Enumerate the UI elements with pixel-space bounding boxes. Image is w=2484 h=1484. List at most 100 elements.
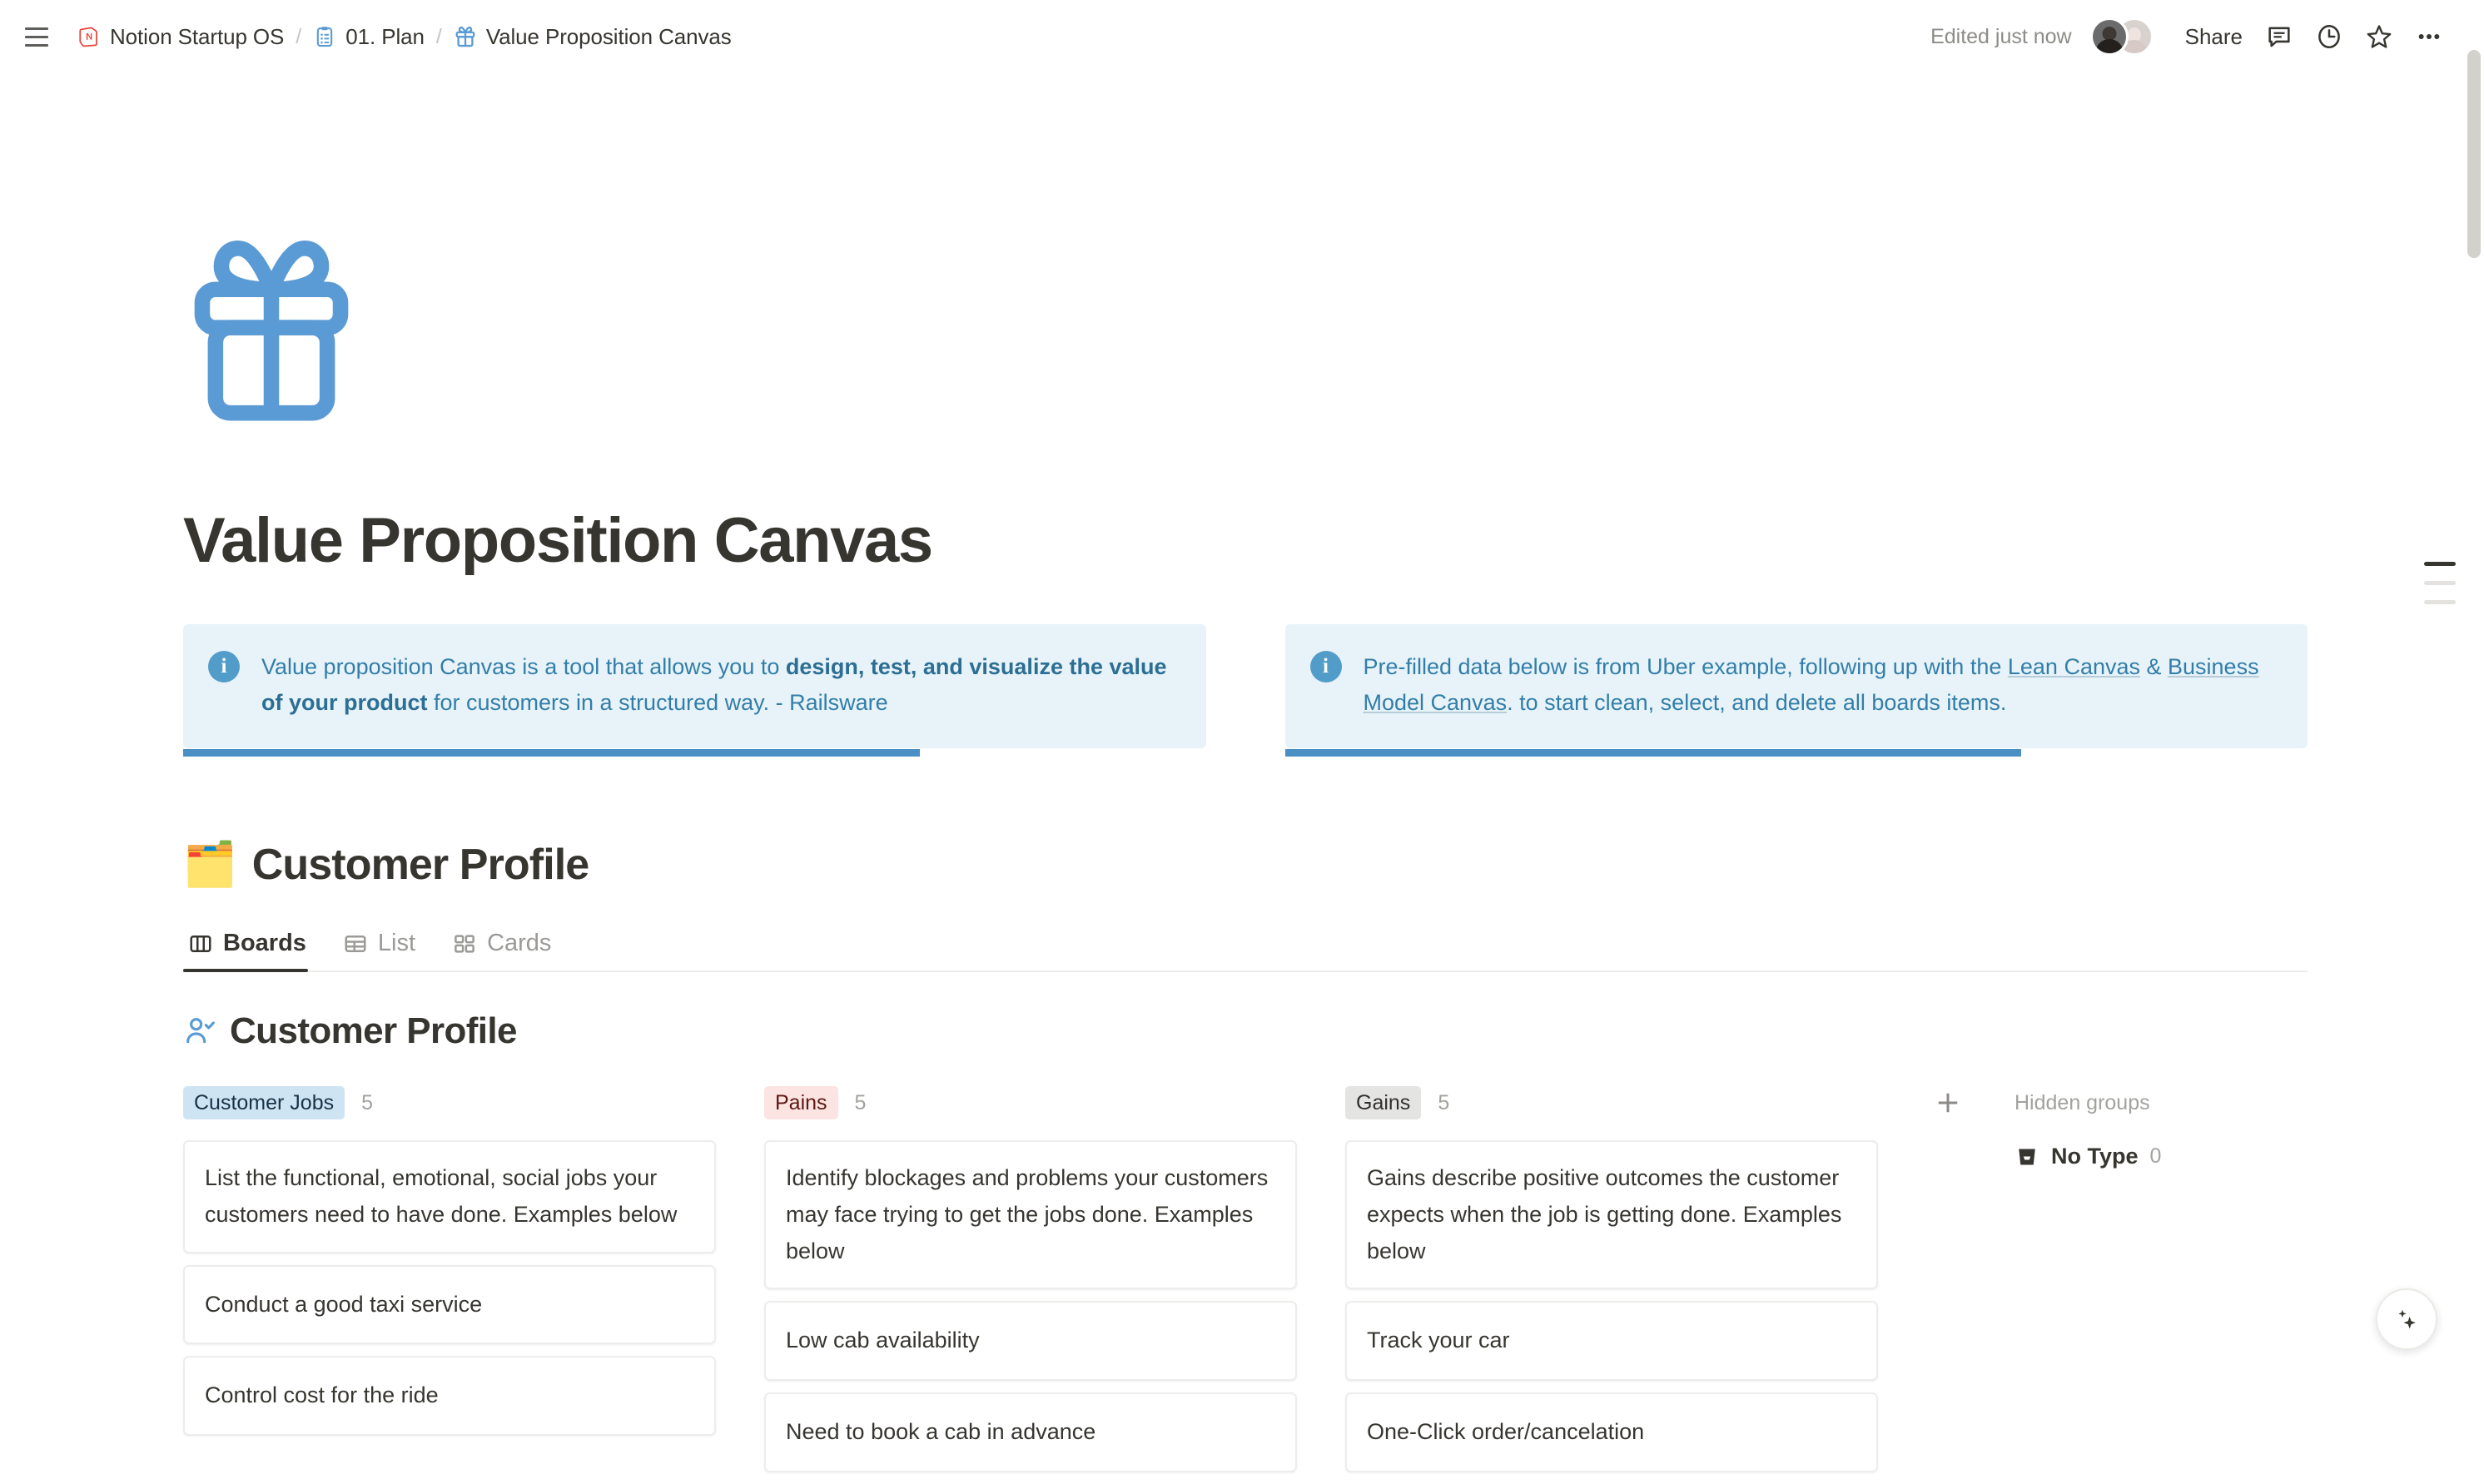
hidden-group-label: No Type — [2051, 1144, 2139, 1169]
callout-description[interactable]: i Value proposition Canvas is a tool tha… — [183, 624, 1206, 748]
board-card[interactable]: Identify blockages and problems your cus… — [764, 1140, 1297, 1289]
hidden-group-item-no-type[interactable]: No Type 0 — [2015, 1144, 2161, 1169]
favorite-star-icon — [2365, 22, 2393, 51]
sidebar-toggle-icon[interactable] — [20, 20, 53, 53]
page-content: Value Proposition Canvas i Value proposi… — [176, 73, 2308, 1484]
avatar-body — [2095, 39, 2124, 56]
hamburger-line — [25, 36, 48, 38]
hidden-groups-title: Hidden groups — [2015, 1085, 2161, 1120]
callout-prefilled-text: Pre-filled data below is from Uber examp… — [1364, 649, 2280, 722]
page-scrollbar[interactable] — [2467, 50, 2481, 258]
user-check-icon — [183, 1015, 216, 1048]
board-column-header[interactable]: Pains 5 — [764, 1085, 1297, 1120]
page-title[interactable]: Value Proposition Canvas — [183, 506, 2308, 576]
board-column-header[interactable]: Customer Jobs 5 — [183, 1085, 716, 1120]
board-title-label[interactable]: Customer Profile — [230, 1010, 517, 1052]
info-icon: i — [1310, 651, 1342, 682]
breadcrumb-item-plan[interactable]: 01. Plan — [306, 19, 432, 55]
tab-boards-label: Boards — [223, 930, 306, 957]
hamburger-line — [25, 27, 48, 30]
board-card[interactable]: Track your car — [1345, 1301, 1878, 1381]
breadcrumb-separator: / — [296, 25, 301, 49]
board-extra: Hidden groups No Type 0 — [1926, 1085, 2161, 1484]
board-card[interactable]: Gains describe positive outcomes the cus… — [1345, 1140, 1878, 1289]
lean-canvas-link[interactable]: Lean Canvas — [2008, 654, 2140, 679]
notion-logo-icon — [77, 25, 101, 48]
table-of-contents-rail[interactable] — [2424, 562, 2456, 604]
board-card[interactable]: List the functional, emotional, social j… — [183, 1140, 716, 1253]
breadcrumb: Notion Startup OS / 01. Plan / Value P — [70, 19, 739, 55]
status-badge: Pains — [764, 1086, 838, 1120]
callout-row: i Value proposition Canvas is a tool tha… — [183, 624, 2308, 748]
board-card[interactable]: Control cost for the ride — [183, 1356, 716, 1436]
board-column-customer-jobs: Customer Jobs 5 List the functional, emo… — [183, 1085, 716, 1484]
callout-description-text: Value proposition Canvas is a tool that … — [261, 649, 1178, 722]
board-column-count: 5 — [1438, 1091, 1449, 1115]
board-column-gains: Gains 5 Gains describe positive outcomes… — [1345, 1085, 1878, 1484]
hamburger-line — [25, 44, 48, 47]
text-selection-highlight — [1285, 749, 2022, 757]
card-index-dividers-icon: 🗂️ — [183, 843, 237, 886]
edited-status: Edited just now — [1930, 25, 2072, 49]
gift-icon — [454, 25, 477, 48]
board-card[interactable]: Need to book a cab in advance — [764, 1392, 1297, 1472]
hidden-groups-panel: Hidden groups No Type 0 — [2015, 1085, 2161, 1169]
history-button[interactable] — [2304, 17, 2354, 57]
clipboard-icon — [313, 25, 336, 48]
avatar[interactable] — [2090, 17, 2129, 56]
share-button[interactable]: Share — [2174, 17, 2254, 57]
board-column-pains: Pains 5 Identify blockages and problems … — [764, 1085, 1297, 1484]
callout-prefilled-data[interactable]: i Pre-filled data below is from Uber exa… — [1285, 624, 2308, 748]
comment-icon — [2265, 22, 2293, 51]
callout-text-part: for customers in a structured way. - Rai… — [427, 690, 887, 715]
database-view-tabs: Boards List Cards — [183, 923, 2308, 972]
toc-marker[interactable] — [2424, 600, 2456, 604]
archive-icon — [2015, 1144, 2039, 1169]
toc-marker-active[interactable] — [2424, 562, 2456, 566]
board-column-count: 5 — [855, 1091, 867, 1115]
board-card[interactable]: Low cab availability — [764, 1301, 1297, 1381]
toc-marker[interactable] — [2424, 581, 2456, 585]
breadcrumb-item-current-page[interactable]: Value Proposition Canvas — [446, 19, 739, 55]
callout-text-part: Pre-filled data below is from Uber examp… — [1364, 654, 2008, 679]
sparkle-ai-icon — [2390, 1303, 2423, 1336]
more-options-icon — [2415, 22, 2443, 51]
notion-ai-button[interactable] — [2376, 1288, 2437, 1350]
status-badge: Gains — [1345, 1086, 1421, 1120]
section-heading-label[interactable]: Customer Profile — [252, 840, 589, 890]
hidden-group-count: 0 — [2150, 1144, 2162, 1169]
top-bar-actions: Edited just now Share — [1930, 17, 2454, 57]
breadcrumb-item-label: 01. Plan — [345, 24, 425, 50]
comment-button[interactable] — [2254, 17, 2304, 57]
breadcrumb-item-label: Value Proposition Canvas — [486, 24, 732, 50]
tab-list[interactable]: List — [338, 923, 429, 970]
tab-cards[interactable]: Cards — [447, 923, 564, 970]
page-body: Value Proposition Canvas i Value proposi… — [0, 73, 2484, 1484]
favorite-button[interactable] — [2354, 17, 2404, 57]
status-badge: Customer Jobs — [183, 1086, 345, 1120]
add-group-button[interactable] — [1926, 1085, 1970, 1120]
board-card[interactable]: One-Click order/cancelation — [1345, 1392, 1878, 1472]
callout-text-part: & — [2140, 654, 2168, 679]
plus-icon — [1933, 1088, 1963, 1118]
page-gift-icon[interactable] — [183, 236, 360, 429]
board-view-icon — [188, 931, 213, 956]
breadcrumb-separator: / — [436, 25, 442, 49]
history-clock-icon — [2315, 22, 2343, 51]
table-view-icon — [343, 931, 368, 956]
info-icon: i — [208, 651, 240, 682]
board-column-header[interactable]: Gains 5 — [1345, 1085, 1878, 1120]
board-card[interactable]: Conduct a good taxi service — [183, 1265, 716, 1345]
gallery-view-icon — [452, 931, 477, 956]
callout-text-part: . to start clean, select, and delete all… — [1507, 690, 2006, 715]
kanban-board: Customer Jobs 5 List the functional, emo… — [183, 1085, 2308, 1484]
more-options-button[interactable] — [2404, 17, 2454, 57]
tab-boards[interactable]: Boards — [183, 923, 320, 970]
board-column-count: 5 — [361, 1091, 373, 1115]
section-heading: 🗂️ Customer Profile — [183, 840, 2308, 890]
text-selection-highlight — [183, 749, 920, 757]
breadcrumb-item-workspace[interactable]: Notion Startup OS — [70, 19, 291, 55]
breadcrumb-item-label: Notion Startup OS — [110, 24, 284, 50]
callout-text-part: Value proposition Canvas is a tool that … — [261, 654, 786, 679]
collaborator-avatars[interactable] — [2090, 17, 2155, 56]
